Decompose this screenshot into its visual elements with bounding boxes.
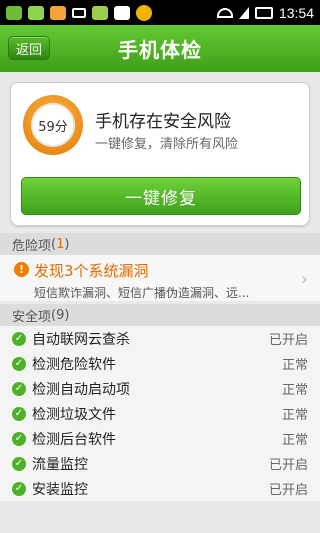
safe-section-header: 安全项 (9) — [0, 304, 320, 326]
list-item: ✓ 安装监控 已开启 — [0, 476, 320, 501]
score-value: 59分 — [31, 103, 75, 147]
status-bar-left — [6, 4, 152, 21]
check-icon: ✓ — [12, 456, 26, 471]
warning-icon: ! — [14, 262, 29, 277]
sim-icon — [114, 5, 130, 20]
danger-section-label: 危险项 — [12, 238, 52, 254]
score-ring: 59分 — [23, 95, 83, 155]
title-bar: 返回 手机体检 — [0, 25, 320, 72]
danger-section-header: 危险项 (1) — [0, 233, 320, 255]
check-icon: ✓ — [12, 381, 26, 396]
list-item-label: 自动联网云查杀 — [32, 331, 130, 348]
battery-icon — [254, 6, 273, 19]
list-item-label: 检测垃圾文件 — [32, 406, 116, 423]
check-icon: ✓ — [12, 356, 26, 371]
list-item-status: 已开启 — [268, 458, 308, 473]
list-item-status: 已开启 — [268, 333, 308, 348]
usb-icon — [72, 7, 86, 18]
app-icon-3 — [50, 5, 66, 20]
list-item-status: 已开启 — [268, 483, 308, 498]
wifi-icon — [216, 7, 233, 18]
page-title: 手机体检 — [118, 38, 202, 62]
risk-card: 59分 手机存在安全风险 一键修复，清除所有风险 一键修复 — [10, 82, 310, 226]
danger-count: 1 — [56, 236, 65, 252]
list-item-status: 正常 — [281, 383, 308, 398]
safe-section-label: 安全项 — [12, 309, 52, 325]
one-click-fix-button[interactable]: 一键修复 — [21, 177, 301, 215]
back-button[interactable]: 返回 — [8, 36, 50, 60]
status-time: 13:54 — [278, 4, 314, 21]
android-icon — [92, 5, 108, 20]
check-icon: ✓ — [12, 331, 26, 346]
list-item: ✓ 流量监控 已开启 — [0, 451, 320, 476]
list-item-label: 检测自动启动项 — [32, 381, 130, 398]
list-item-label: 检测后台软件 — [32, 431, 116, 448]
danger-item-title: 发现3个系统漏洞 — [34, 262, 149, 280]
app-icon-2 — [28, 5, 44, 20]
danger-item[interactable]: ! 发现3个系统漏洞 短信欺诈漏洞、短信广播伪造漏洞、远... › — [0, 255, 320, 301]
danger-item-desc: 短信欺诈漏洞、短信广播伪造漏洞、远... — [34, 286, 250, 300]
list-item: ✓ 检测危险软件 正常 — [0, 351, 320, 376]
check-icon: ✓ — [12, 406, 26, 421]
list-item-status: 正常 — [281, 408, 308, 423]
list-item-label: 流量监控 — [32, 456, 88, 473]
chevron-right-icon: › — [300, 269, 308, 290]
safe-list: ✓ 自动联网云查杀 已开启 ✓ 检测危险软件 正常 ✓ 检测自动启动项 正常 ✓… — [0, 326, 320, 501]
list-item-label: 安装监控 — [32, 481, 88, 498]
list-item: ✓ 检测自动启动项 正常 — [0, 376, 320, 401]
check-icon: ✓ — [12, 431, 26, 446]
risk-title: 手机存在安全风险 — [95, 112, 231, 132]
list-item: ✓ 自动联网云查杀 已开启 — [0, 326, 320, 351]
check-icon: ✓ — [12, 481, 26, 496]
app-icon-1 — [6, 5, 22, 20]
safe-count: 9 — [56, 307, 65, 323]
status-bar: 13:54 — [0, 0, 320, 25]
list-item: ✓ 检测后台软件 正常 — [0, 426, 320, 451]
list-item-label: 检测危险软件 — [32, 356, 116, 373]
status-bar-right: 13:54 — [216, 4, 314, 21]
list-item-status: 正常 — [281, 433, 308, 448]
risk-subtitle: 一键修复，清除所有风险 — [95, 137, 239, 152]
signal-icon — [238, 6, 249, 19]
plus-badge-icon — [136, 4, 152, 21]
list-item: ✓ 检测垃圾文件 正常 — [0, 401, 320, 426]
list-item-status: 正常 — [281, 358, 308, 373]
